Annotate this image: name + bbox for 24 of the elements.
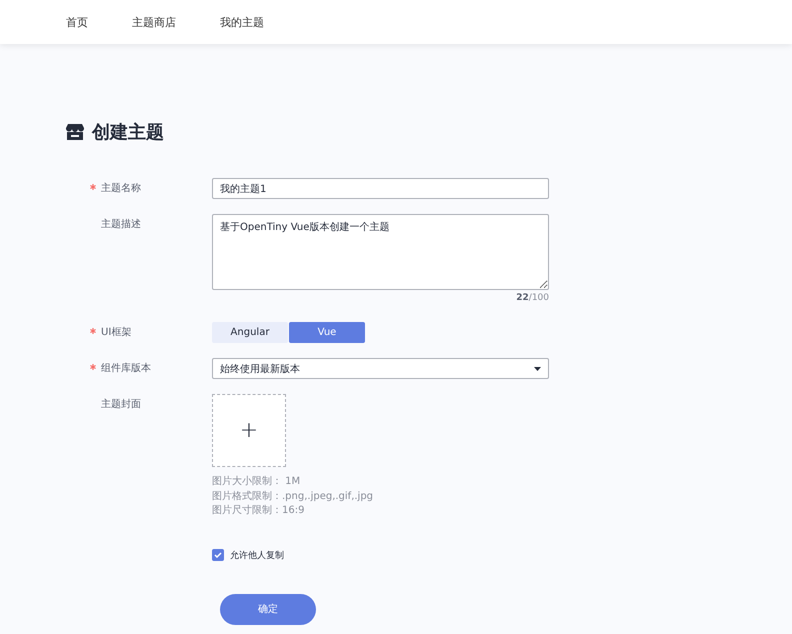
framework-option[interactable]: Vue bbox=[289, 322, 365, 343]
framework-option[interactable]: Angular bbox=[212, 322, 288, 343]
upload-hint: 图片格式限制：.png,.jpeg,.gif,.jpg bbox=[212, 490, 374, 504]
dropdown-icon bbox=[534, 366, 541, 370]
field-label: 主题描述 bbox=[101, 218, 141, 232]
allow-copy-checkbox[interactable]: 允许他人复制 bbox=[212, 548, 549, 562]
confirm-button[interactable]: 确定 bbox=[220, 594, 316, 624]
upload-button[interactable]: + bbox=[212, 394, 286, 467]
page-title: 创建主题 bbox=[92, 121, 164, 144]
character-counter: 22/100 bbox=[515, 293, 549, 303]
field-label: 主题名称 bbox=[101, 182, 141, 196]
name-input[interactable]: 我的主题1 bbox=[212, 178, 549, 199]
description-textarea[interactable]: 基于OpenTiny Vue版本创建一个主题 bbox=[212, 214, 549, 290]
field-label: UI框架 bbox=[101, 326, 132, 340]
field-label: 主题封面 bbox=[101, 398, 141, 412]
store-icon bbox=[66, 124, 84, 140]
upload-hint: 图片尺寸限制：16:9 bbox=[212, 504, 306, 518]
version-select[interactable]: 始终使用最新版本 bbox=[212, 358, 549, 379]
nav-link[interactable]: 主题商店 bbox=[132, 14, 176, 30]
upload-hint: 图片大小限制： 1M bbox=[212, 475, 302, 489]
nav-link[interactable]: 我的主题 bbox=[220, 14, 264, 30]
nav-link[interactable]: 首页 bbox=[66, 14, 88, 30]
checkmark-icon bbox=[214, 552, 222, 558]
field-label: 组件库版本 bbox=[101, 362, 151, 376]
